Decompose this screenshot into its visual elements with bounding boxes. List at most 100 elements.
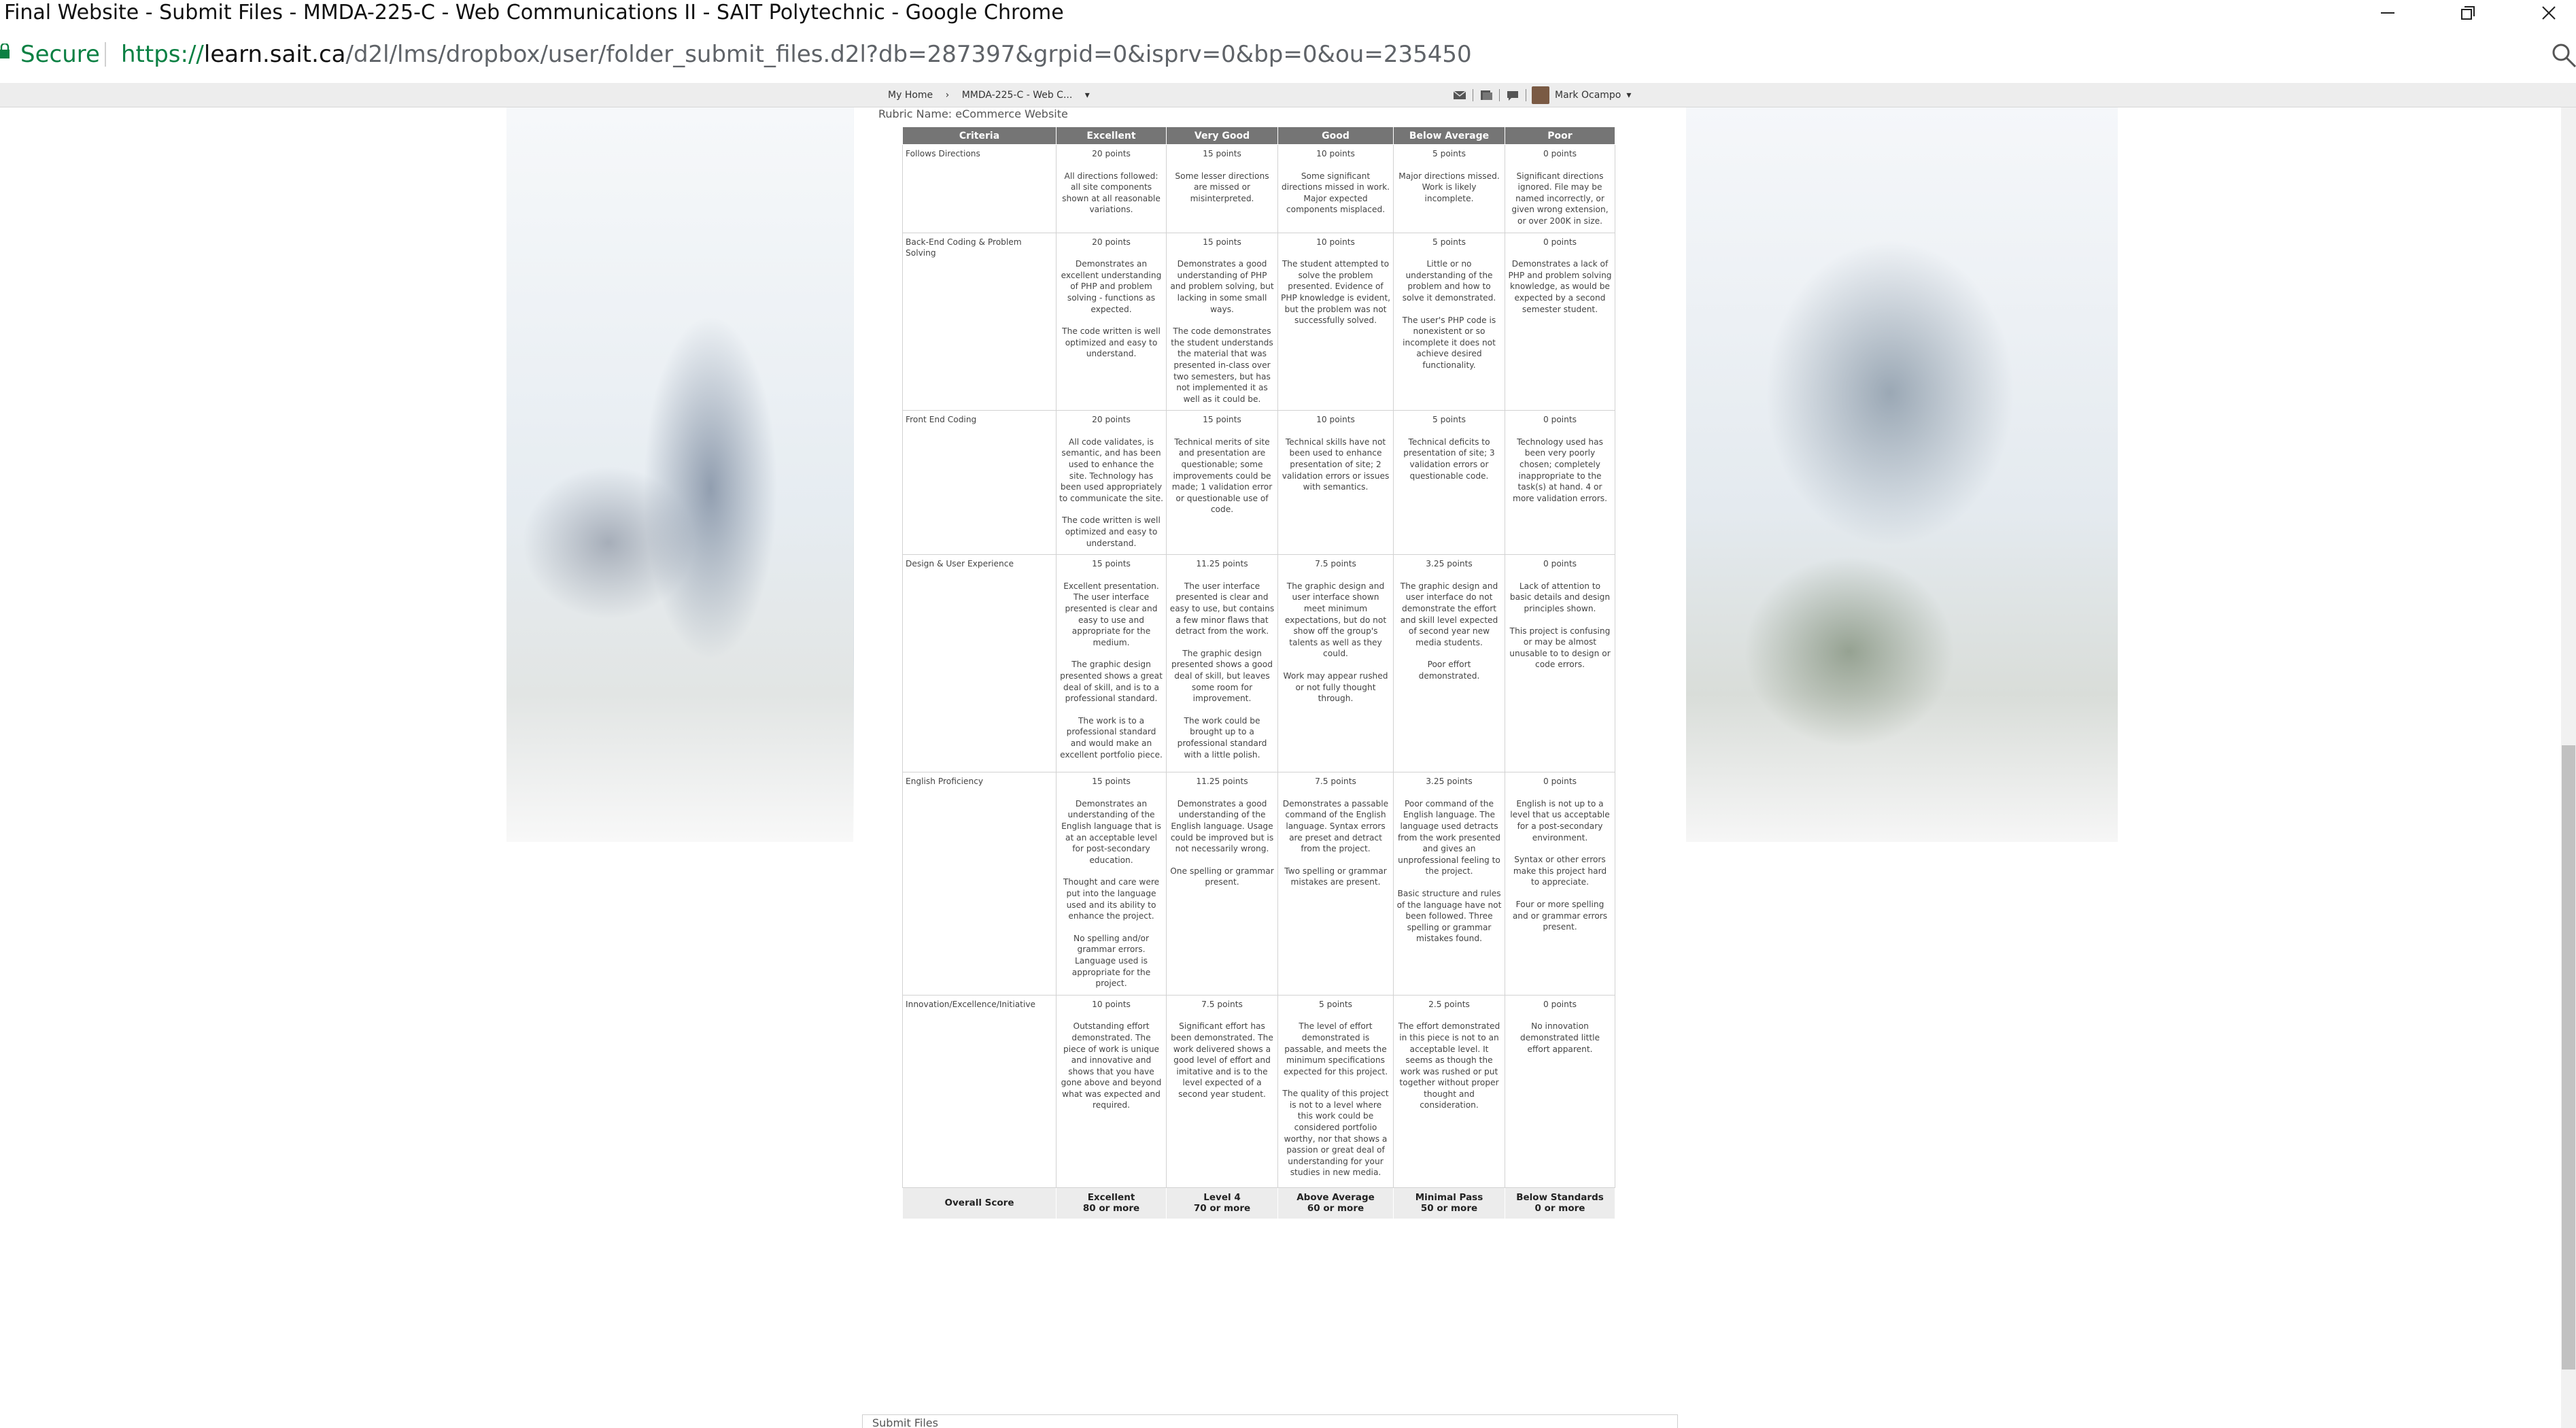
rubric-cell: 11.25 points The user interface presented… (1166, 554, 1278, 773)
rubric-cell: 7.5 points Significant effort has been de… (1166, 994, 1278, 1188)
overall-level-name: Level 4 (1203, 1191, 1241, 1203)
rubric-row: Innovation/Excellence/Initiative 10 point… (902, 994, 1615, 1188)
user-name[interactable]: Mark Ocampo (1555, 90, 1621, 101)
chevron-down-icon[interactable]: ▾ (1085, 83, 1090, 107)
cell-description: This project is confusing or may be almo… (1509, 626, 1611, 670)
maximize-icon (2461, 6, 2475, 20)
cell-description: The graphic design presented shows a gre… (1060, 660, 1163, 704)
cell-description: The student attempted to solve the probl… (1281, 259, 1390, 326)
zoom-icon[interactable] (2551, 42, 2576, 67)
cell-points: 0 points (1543, 149, 1577, 158)
submit-files-heading: Submit Files (872, 1416, 938, 1428)
cell-description: Technology used has been very poorly cho… (1512, 437, 1608, 503)
scrollbar-thumb[interactable] (2562, 745, 2575, 1370)
cell-description: All code validates, is semantic, and has… (1059, 437, 1163, 503)
rubric-row: Design & User Experience 15 points Excelle… (902, 554, 1615, 773)
avatar[interactable] (1532, 86, 1549, 104)
rubric-cell: 11.25 points Demonstrates a good understa… (1166, 772, 1278, 996)
cell-description: Significant directions ignored. File may… (1511, 171, 1609, 226)
overall-score-row: Overall Score Excellent 80 or more Level 47… (902, 1187, 1615, 1219)
cell-description: Poor command of the English language. Th… (1397, 798, 1501, 877)
overall-level-name: Excellent (1087, 1191, 1135, 1203)
url-host: learn.sait.ca (203, 41, 346, 68)
cell-points: 20 points (1092, 415, 1131, 425)
rubric-cell: 0 points No innovation demonstrated littl… (1505, 994, 1615, 1188)
rubric-cell: 20 points All directions followed: all si… (1056, 144, 1167, 233)
cell-description: The work is to a professional standard a… (1060, 715, 1163, 760)
overall-level: Level 4 70 or more (1166, 1187, 1278, 1219)
cell-description: The graphic design and user interface sh… (1284, 581, 1387, 659)
close-icon (2542, 6, 2556, 20)
cell-description: The code demonstrates the student unders… (1171, 326, 1273, 404)
maximize-button[interactable] (2441, 0, 2495, 26)
rubric-cell: 0 points Demonstrates a lack of PHP and p… (1505, 232, 1615, 411)
rubric-cell: 15 points Some lesser directions are miss… (1166, 144, 1278, 233)
rubric-cell: 7.5 points The graphic design and user in… (1277, 554, 1394, 773)
security-label[interactable]: Secure (20, 26, 100, 83)
column-header: Very Good (1166, 126, 1278, 145)
minimize-button[interactable] (2360, 0, 2415, 26)
rubric-cell: 0 points English is not up to a level tha… (1505, 772, 1615, 996)
cell-description: Technical merits of site and presentatio… (1171, 437, 1273, 515)
cell-points: 0 points (1543, 777, 1577, 787)
cell-description: Some lesser directions are missed or mis… (1175, 171, 1269, 203)
rubric-row: Front End Coding 20 points All code valida… (902, 410, 1615, 556)
cell-description: Demonstrates an understanding of the Eng… (1061, 798, 1161, 865)
overall-level: Excellent 80 or more (1056, 1187, 1167, 1219)
cell-points: 15 points (1203, 415, 1241, 425)
rubric-cell: 15 points Demonstrates a good understandi… (1166, 232, 1278, 411)
cell-points: 20 points (1092, 237, 1131, 247)
course-selector[interactable]: MMDA-225-C - Web C... (962, 83, 1073, 107)
cell-points: 2.5 points (1428, 999, 1470, 1009)
cell-description: No innovation demonstrated little effort… (1520, 1021, 1600, 1054)
update-icon[interactable] (1505, 89, 1520, 101)
breadcrumb: My Home › MMDA-225-C - Web C... ▾ (888, 83, 1099, 107)
overall-level-threshold: 80 or more (1082, 1203, 1140, 1214)
cell-points: 0 points (1543, 999, 1577, 1009)
rubric-cell: 2.5 points The effort demonstrated in thi… (1393, 994, 1505, 1188)
close-button[interactable] (2522, 0, 2576, 26)
chevron-down-icon[interactable]: ▾ (1626, 90, 1631, 101)
overall-level-name: Below Standards (1516, 1191, 1604, 1203)
page-viewport: My Home › MMDA-225-C - Web C... ▾ Mark O… (0, 83, 2576, 1428)
rubric-cell: 3.25 points The graphic design and user i… (1393, 554, 1505, 773)
cell-points: 7.5 points (1315, 559, 1356, 569)
cell-description: One spelling or grammar present. (1170, 866, 1274, 887)
cell-points: 10 points (1316, 237, 1355, 247)
cell-description: English is not up to a level that us acc… (1510, 798, 1610, 843)
my-home-link[interactable]: My Home (888, 83, 933, 107)
column-header: Criteria (902, 126, 1057, 145)
criterion-label: Front End Coding (902, 410, 1057, 556)
overall-level: Minimal Pass 50 or more (1393, 1187, 1505, 1219)
cell-description: Four or more spelling and or grammar err… (1512, 899, 1608, 932)
overall-level-threshold: 50 or more (1420, 1203, 1478, 1214)
overall-level: Above Average 60 or more (1277, 1187, 1394, 1219)
background-image-right (1686, 107, 2118, 842)
url-field[interactable]: https://learn.sait.ca/d2l/lms/dropbox/us… (121, 26, 1472, 83)
rubric-cell: 0 points Technology used has been very po… (1505, 410, 1615, 556)
cell-description: Two spelling or grammar mistakes are pre… (1284, 866, 1387, 887)
overall-score-label: Overall Score (902, 1187, 1057, 1219)
cell-points: 15 points (1203, 237, 1241, 247)
cell-points: 3.25 points (1426, 777, 1473, 787)
column-header: Excellent (1056, 126, 1167, 145)
cell-points: 0 points (1543, 559, 1577, 569)
cell-description: The graphic design and user interface do… (1400, 581, 1498, 647)
cell-points: 10 points (1316, 415, 1355, 425)
window-titlebar: Final Website - Submit Files - MMDA-225-… (0, 0, 2576, 26)
rubric-cell: 15 points Demonstrates an understanding o… (1056, 772, 1167, 996)
rubric-cell: 10 points Technical skills have not been … (1277, 410, 1394, 556)
subscription-icon[interactable] (1479, 89, 1494, 101)
criterion-label: Follows Directions (902, 144, 1057, 233)
cell-description: Lack of attention to basic details and d… (1509, 581, 1611, 613)
cell-description: Poor effort demonstrated. (1418, 660, 1480, 681)
cell-description: Demonstrates an excellent understanding … (1061, 259, 1162, 314)
overall-level-name: Above Average (1296, 1191, 1375, 1203)
cell-description: Outstanding effort demonstrated. The pie… (1061, 1021, 1162, 1110)
rubric-cell: 5 points Little or no understanding of th… (1393, 232, 1505, 411)
d2l-navbar: My Home › MMDA-225-C - Web C... ▾ Mark O… (0, 83, 2576, 107)
cell-points: 5 points (1432, 237, 1466, 247)
overall-level: Below Standards 0 or more (1505, 1187, 1615, 1219)
message-icon[interactable] (1452, 89, 1467, 101)
cell-description: Excellent presentation. The user interfa… (1063, 581, 1159, 647)
